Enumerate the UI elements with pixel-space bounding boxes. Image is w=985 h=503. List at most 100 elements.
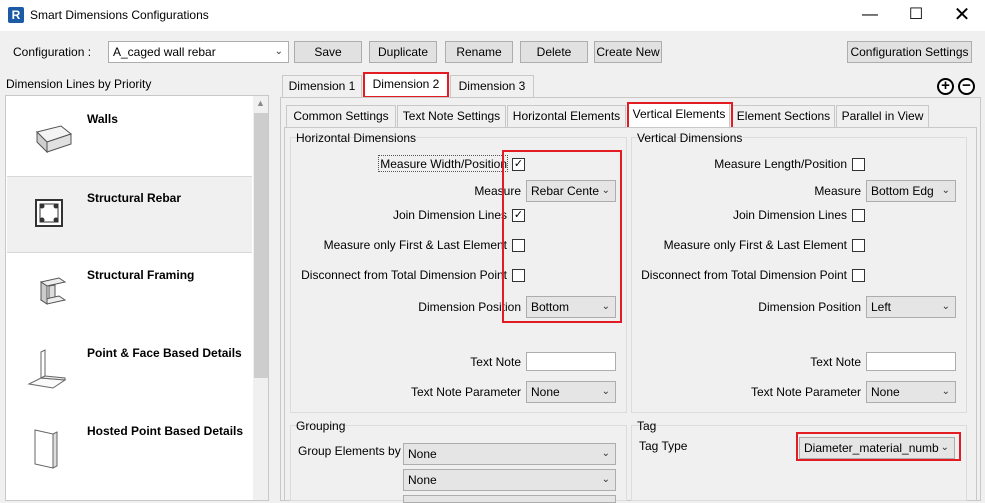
- list-item-point-face-based-details[interactable]: Point & Face Based Details: [7, 332, 252, 409]
- measure-label: Measure: [814, 184, 861, 198]
- list-item-walls[interactable]: Walls: [7, 98, 252, 175]
- tab-text-note-settings[interactable]: Text Note Settings: [397, 105, 506, 127]
- text-note-parameter-label: Text Note Parameter: [750, 385, 861, 399]
- group-by-value: None: [408, 447, 437, 461]
- list-item-hosted-point-based-details[interactable]: Hosted Point Based Details: [7, 410, 252, 487]
- disconnect-total-checkbox[interactable]: [852, 269, 865, 282]
- vertical-text-note-param-dropdown[interactable]: None ⌄: [866, 381, 956, 403]
- vertical-dimensions-title: Vertical Dimensions: [637, 131, 743, 145]
- chevron-down-icon: ⌄: [601, 448, 610, 459]
- measure-label: Measure: [474, 184, 521, 198]
- text-note-param-value: None: [531, 385, 560, 399]
- horizontal-position-dropdown[interactable]: Bottom ⌄: [526, 296, 616, 318]
- list-item-structural-framing[interactable]: Structural Framing: [7, 254, 252, 331]
- revit-app-icon: R: [8, 7, 24, 23]
- group-by-dropdown-2[interactable]: None ⌄: [403, 469, 616, 491]
- text-note-parameter-label: Text Note Parameter: [410, 385, 521, 399]
- list-item-label: Walls: [87, 112, 118, 126]
- configuration-value: A_caged wall rebar: [113, 45, 216, 59]
- grouping-title: Grouping: [296, 419, 346, 433]
- dimension-position-label: Dimension Position: [418, 300, 521, 314]
- group-by-dropdown-3[interactable]: [403, 495, 616, 503]
- duplicate-button[interactable]: Duplicate: [369, 41, 437, 63]
- chevron-down-icon: ⌄: [941, 301, 950, 312]
- measure-length-checkbox[interactable]: [852, 158, 865, 171]
- join-dimension-lines-checkbox[interactable]: [852, 209, 865, 222]
- configuration-dropdown[interactable]: A_caged wall rebar ⌄: [108, 41, 289, 63]
- create-new-button[interactable]: Create New: [594, 41, 662, 63]
- text-note-label: Text Note: [810, 355, 861, 369]
- group-by-dropdown-1[interactable]: None ⌄: [403, 443, 616, 465]
- measure-value: Bottom Edg: [871, 184, 934, 198]
- delete-button[interactable]: Delete: [520, 41, 588, 63]
- horizontal-text-note-input[interactable]: [526, 352, 616, 371]
- tab-common-settings[interactable]: Common Settings: [286, 105, 396, 127]
- minimize-icon[interactable]: —: [847, 0, 893, 30]
- tab-dimension-1[interactable]: Dimension 1: [282, 75, 362, 97]
- left-panel-title: Dimension Lines by Priority: [6, 77, 152, 91]
- vertical-measure-dropdown[interactable]: Bottom Edg ⌄: [866, 180, 956, 202]
- tab-dimension-2[interactable]: Dimension 2: [364, 73, 448, 98]
- beam-icon: [39, 277, 67, 305]
- scroll-up-icon[interactable]: ▲: [256, 98, 265, 108]
- list-scrollbar[interactable]: ▲: [253, 96, 268, 500]
- first-last-element-checkbox[interactable]: [852, 239, 865, 252]
- dimension-priority-list: Walls Structural Rebar Structural Framin…: [5, 95, 269, 501]
- text-note-label: Text Note: [470, 355, 521, 369]
- configuration-settings-button[interactable]: Configuration Settings: [847, 41, 972, 63]
- detail-corner-icon: [27, 349, 67, 389]
- position-value: Bottom: [531, 300, 570, 314]
- horizontal-dimensions-title: Horizontal Dimensions: [296, 131, 417, 145]
- tab-horizontal-elements[interactable]: Horizontal Elements: [507, 105, 626, 127]
- rebar-cage-icon: [35, 199, 63, 227]
- title-bar: R Smart Dimensions Configurations — ☐ ✕: [0, 0, 985, 31]
- chevron-down-icon: ⌄: [601, 386, 610, 397]
- tab-element-sections[interactable]: Element Sections: [732, 105, 835, 127]
- list-item-label: Point & Face Based Details: [87, 346, 242, 360]
- chevron-down-icon: ⌄: [941, 185, 950, 196]
- tab-vertical-elements[interactable]: Vertical Elements: [628, 103, 730, 128]
- tag-type-value: Diameter_material_numb: [804, 441, 939, 455]
- text-note-param-value: None: [871, 385, 900, 399]
- chevron-down-icon: ⌄: [601, 185, 610, 196]
- first-last-element-checkbox[interactable]: [512, 239, 525, 252]
- first-last-element-label: Measure only First & Last Element: [663, 238, 847, 252]
- configuration-label: Configuration :: [13, 45, 92, 59]
- remove-dimension-icon[interactable]: −: [958, 78, 975, 95]
- tab-parallel-in-view[interactable]: Parallel in View: [836, 105, 929, 127]
- list-item-label: Structural Rebar: [87, 191, 182, 205]
- list-item-structural-rebar[interactable]: Structural Rebar: [7, 176, 252, 253]
- join-dimension-lines-label: Join Dimension Lines: [732, 208, 847, 222]
- save-button[interactable]: Save: [294, 41, 362, 63]
- rename-button[interactable]: Rename: [445, 41, 513, 63]
- vertical-text-note-input[interactable]: [866, 352, 956, 371]
- measure-width-checkbox[interactable]: ✓: [512, 158, 525, 171]
- group-by-value: None: [408, 473, 437, 487]
- wall-icon: [36, 125, 73, 154]
- maximize-icon[interactable]: ☐: [893, 0, 939, 30]
- position-value: Left: [871, 300, 892, 314]
- chevron-down-icon: ⌄: [940, 442, 949, 453]
- tag-type-dropdown[interactable]: Diameter_material_numb ⌄: [799, 437, 955, 459]
- join-dimension-lines-checkbox[interactable]: ✓: [512, 209, 525, 222]
- add-dimension-icon[interactable]: +: [937, 78, 954, 95]
- dimension-position-label: Dimension Position: [758, 300, 861, 314]
- tab-dimension-3[interactable]: Dimension 3: [450, 75, 534, 97]
- disconnect-total-label: Disconnect from Total Dimension Point: [301, 268, 507, 282]
- group-elements-by-label: Group Elements by: [298, 444, 401, 458]
- join-dimension-lines-label: Join Dimension Lines: [392, 208, 507, 222]
- scroll-thumb[interactable]: [254, 113, 268, 378]
- disconnect-total-label: Disconnect from Total Dimension Point: [641, 268, 847, 282]
- disconnect-total-checkbox[interactable]: [512, 269, 525, 282]
- chevron-down-icon: ⌄: [601, 474, 610, 485]
- tag-title: Tag: [637, 419, 657, 433]
- horizontal-text-note-param-dropdown[interactable]: None ⌄: [526, 381, 616, 403]
- hosted-panel-icon: [34, 429, 58, 469]
- horizontal-measure-dropdown[interactable]: Rebar Cente ⌄: [526, 180, 616, 202]
- vertical-position-dropdown[interactable]: Left ⌄: [866, 296, 956, 318]
- list-item-label: Hosted Point Based Details: [87, 424, 244, 438]
- window-title: Smart Dimensions Configurations: [30, 8, 209, 22]
- tag-type-label: Tag Type: [639, 439, 688, 453]
- close-icon[interactable]: ✕: [939, 0, 985, 30]
- measure-value: Rebar Cente: [531, 184, 600, 198]
